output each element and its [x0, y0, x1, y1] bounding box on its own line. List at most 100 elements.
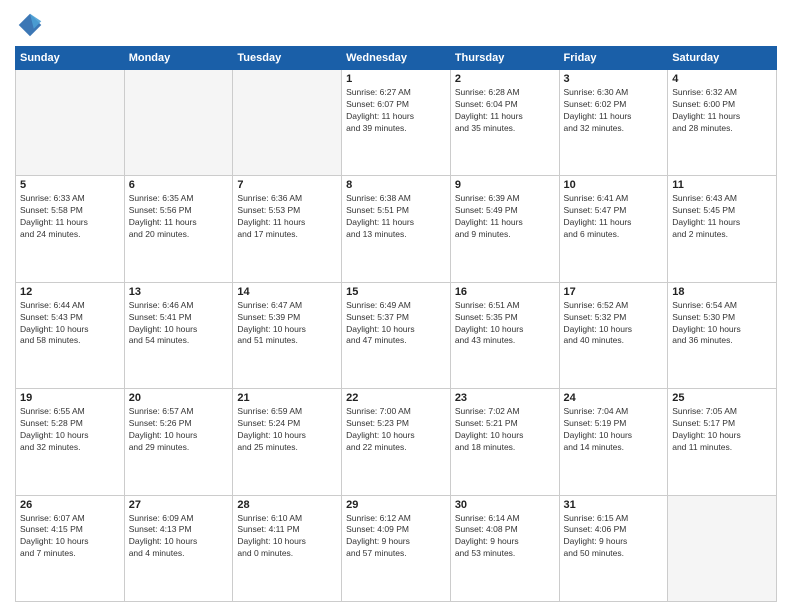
day-number: 26 — [20, 499, 120, 511]
day-number: 30 — [455, 499, 555, 511]
day-number: 11 — [672, 179, 772, 191]
day-number: 10 — [564, 179, 664, 191]
calendar-cell: 29Sunrise: 6:12 AMSunset: 4:09 PMDayligh… — [342, 495, 451, 601]
calendar-cell: 28 Sunrise: 6:10 AMSunset: 4:11 PMDayligh… — [233, 495, 342, 601]
day-number: 31 — [564, 499, 664, 511]
day-info: Sunrise: 6:07 AMSunset: 4:15 PMDaylight:… — [20, 513, 120, 561]
page: SundayMondayTuesdayWednesdayThursdayFrid… — [0, 0, 792, 612]
logo-icon — [15, 10, 45, 40]
logo — [15, 10, 47, 40]
day-number: 19 — [20, 392, 120, 404]
calendar-cell: 11 Sunrise: 6:43 AMSunset: 5:45 PMDayligh… — [668, 176, 777, 282]
calendar-cell — [233, 70, 342, 176]
calendar-cell: 19 Sunrise: 6:55 AMSunset: 5:28 PMDayligh… — [16, 389, 125, 495]
week-row-1: 1 Sunrise: 6:27 AMSunset: 6:07 PMDaylight… — [16, 70, 777, 176]
day-number: 9 — [455, 179, 555, 191]
day-info: Sunrise: 6:47 AMSunset: 5:39 PMDaylight:… — [237, 300, 337, 348]
day-info: Sunrise: 7:02 AMSunset: 5:21 PMDaylight:… — [455, 406, 555, 454]
day-info: Sunrise: 6:57 AMSunset: 5:26 PMDaylight:… — [129, 406, 229, 454]
day-number: 20 — [129, 392, 229, 404]
day-number: 21 — [237, 392, 337, 404]
day-info: Sunrise: 6:14 AMSunset: 4:08 PMDaylight:… — [455, 513, 555, 561]
weekday-header-friday: Friday — [559, 47, 668, 70]
calendar-cell: 9 Sunrise: 6:39 AMSunset: 5:49 PMDaylight… — [450, 176, 559, 282]
calendar-cell: 27Sunrise: 6:09 AMSunset: 4:13 PMDayligh… — [124, 495, 233, 601]
day-info: Sunrise: 6:54 AMSunset: 5:30 PMDaylight:… — [672, 300, 772, 348]
day-number: 8 — [346, 179, 446, 191]
calendar-cell: 30 Sunrise: 6:14 AMSunset: 4:08 PMDayligh… — [450, 495, 559, 601]
calendar-cell: 23 Sunrise: 7:02 AMSunset: 5:21 PMDayligh… — [450, 389, 559, 495]
calendar-cell: 21 Sunrise: 6:59 AMSunset: 5:24 PMDayligh… — [233, 389, 342, 495]
day-info: Sunrise: 6:33 AMSunset: 5:58 PMDaylight:… — [20, 193, 120, 241]
calendar-cell: 4 Sunrise: 6:32 AMSunset: 6:00 PMDaylight… — [668, 70, 777, 176]
day-info: Sunrise: 6:55 AMSunset: 5:28 PMDaylight:… — [20, 406, 120, 454]
day-number: 24 — [564, 392, 664, 404]
day-number: 5 — [20, 179, 120, 191]
day-info: Sunrise: 6:36 AMSunset: 5:53 PMDaylight:… — [237, 193, 337, 241]
day-info: Sunrise: 6:52 AMSunset: 5:32 PMDaylight:… — [564, 300, 664, 348]
day-number: 13 — [129, 286, 229, 298]
day-info: Sunrise: 6:59 AMSunset: 5:24 PMDaylight:… — [237, 406, 337, 454]
day-info: Sunrise: 6:46 AMSunset: 5:41 PMDaylight:… — [129, 300, 229, 348]
weekday-header-row: SundayMondayTuesdayWednesdayThursdayFrid… — [16, 47, 777, 70]
day-info: Sunrise: 6:10 AMSunset: 4:11 PMDaylight:… — [237, 513, 337, 561]
day-info: Sunrise: 6:28 AMSunset: 6:04 PMDaylight:… — [455, 87, 555, 135]
day-info: Sunrise: 6:51 AMSunset: 5:35 PMDaylight:… — [455, 300, 555, 348]
calendar-cell: 24 Sunrise: 7:04 AMSunset: 5:19 PMDayligh… — [559, 389, 668, 495]
weekday-header-sunday: Sunday — [16, 47, 125, 70]
calendar-cell: 31 Sunrise: 6:15 AMSunset: 4:06 PMDayligh… — [559, 495, 668, 601]
day-number: 23 — [455, 392, 555, 404]
calendar-cell: 3Sunrise: 6:30 AMSunset: 6:02 PMDaylight… — [559, 70, 668, 176]
day-number: 12 — [20, 286, 120, 298]
header — [15, 10, 777, 40]
calendar-cell: 5 Sunrise: 6:33 AMSunset: 5:58 PMDaylight… — [16, 176, 125, 282]
week-row-4: 19 Sunrise: 6:55 AMSunset: 5:28 PMDayligh… — [16, 389, 777, 495]
calendar-cell: 26 Sunrise: 6:07 AMSunset: 4:15 PMDayligh… — [16, 495, 125, 601]
weekday-header-saturday: Saturday — [668, 47, 777, 70]
day-info: Sunrise: 6:30 AMSunset: 6:02 PMDaylight:… — [564, 87, 664, 135]
calendar-cell: 1 Sunrise: 6:27 AMSunset: 6:07 PMDaylight… — [342, 70, 451, 176]
calendar-cell: 12 Sunrise: 6:44 AMSunset: 5:43 PMDayligh… — [16, 282, 125, 388]
day-number: 22 — [346, 392, 446, 404]
day-number: 28 — [237, 499, 337, 511]
day-info: Sunrise: 6:27 AMSunset: 6:07 PMDaylight:… — [346, 87, 446, 135]
day-info: Sunrise: 7:00 AMSunset: 5:23 PMDaylight:… — [346, 406, 446, 454]
calendar-cell: 18 Sunrise: 6:54 AMSunset: 5:30 PMDayligh… — [668, 282, 777, 388]
weekday-header-thursday: Thursday — [450, 47, 559, 70]
day-info: Sunrise: 7:04 AMSunset: 5:19 PMDaylight:… — [564, 406, 664, 454]
week-row-3: 12 Sunrise: 6:44 AMSunset: 5:43 PMDayligh… — [16, 282, 777, 388]
calendar-cell: 15Sunrise: 6:49 AMSunset: 5:37 PMDayligh… — [342, 282, 451, 388]
calendar-cell: 25 Sunrise: 7:05 AMSunset: 5:17 PMDayligh… — [668, 389, 777, 495]
calendar-cell: 2Sunrise: 6:28 AMSunset: 6:04 PMDaylight… — [450, 70, 559, 176]
day-info: Sunrise: 6:35 AMSunset: 5:56 PMDaylight:… — [129, 193, 229, 241]
day-number: 27 — [129, 499, 229, 511]
day-info: Sunrise: 6:39 AMSunset: 5:49 PMDaylight:… — [455, 193, 555, 241]
day-number: 7 — [237, 179, 337, 191]
day-number: 25 — [672, 392, 772, 404]
calendar-cell — [16, 70, 125, 176]
day-info: Sunrise: 7:05 AMSunset: 5:17 PMDaylight:… — [672, 406, 772, 454]
weekday-header-tuesday: Tuesday — [233, 47, 342, 70]
calendar-cell: 7 Sunrise: 6:36 AMSunset: 5:53 PMDaylight… — [233, 176, 342, 282]
day-info: Sunrise: 6:41 AMSunset: 5:47 PMDaylight:… — [564, 193, 664, 241]
calendar-cell: 20 Sunrise: 6:57 AMSunset: 5:26 PMDayligh… — [124, 389, 233, 495]
day-info: Sunrise: 6:43 AMSunset: 5:45 PMDaylight:… — [672, 193, 772, 241]
week-row-5: 26 Sunrise: 6:07 AMSunset: 4:15 PMDayligh… — [16, 495, 777, 601]
calendar-cell: 6 Sunrise: 6:35 AMSunset: 5:56 PMDaylight… — [124, 176, 233, 282]
day-info: Sunrise: 6:32 AMSunset: 6:00 PMDaylight:… — [672, 87, 772, 135]
calendar-table: SundayMondayTuesdayWednesdayThursdayFrid… — [15, 46, 777, 602]
calendar-cell: 14 Sunrise: 6:47 AMSunset: 5:39 PMDayligh… — [233, 282, 342, 388]
day-info: Sunrise: 6:38 AMSunset: 5:51 PMDaylight:… — [346, 193, 446, 241]
weekday-header-wednesday: Wednesday — [342, 47, 451, 70]
day-info: Sunrise: 6:12 AMSunset: 4:09 PMDaylight:… — [346, 513, 446, 561]
day-number: 1 — [346, 73, 446, 85]
day-number: 18 — [672, 286, 772, 298]
day-number: 14 — [237, 286, 337, 298]
day-number: 4 — [672, 73, 772, 85]
calendar-cell: 13 Sunrise: 6:46 AMSunset: 5:41 PMDayligh… — [124, 282, 233, 388]
day-info: Sunrise: 6:44 AMSunset: 5:43 PMDaylight:… — [20, 300, 120, 348]
calendar-cell — [124, 70, 233, 176]
calendar-cell: 8 Sunrise: 6:38 AMSunset: 5:51 PMDaylight… — [342, 176, 451, 282]
day-info: Sunrise: 6:15 AMSunset: 4:06 PMDaylight:… — [564, 513, 664, 561]
day-number: 6 — [129, 179, 229, 191]
